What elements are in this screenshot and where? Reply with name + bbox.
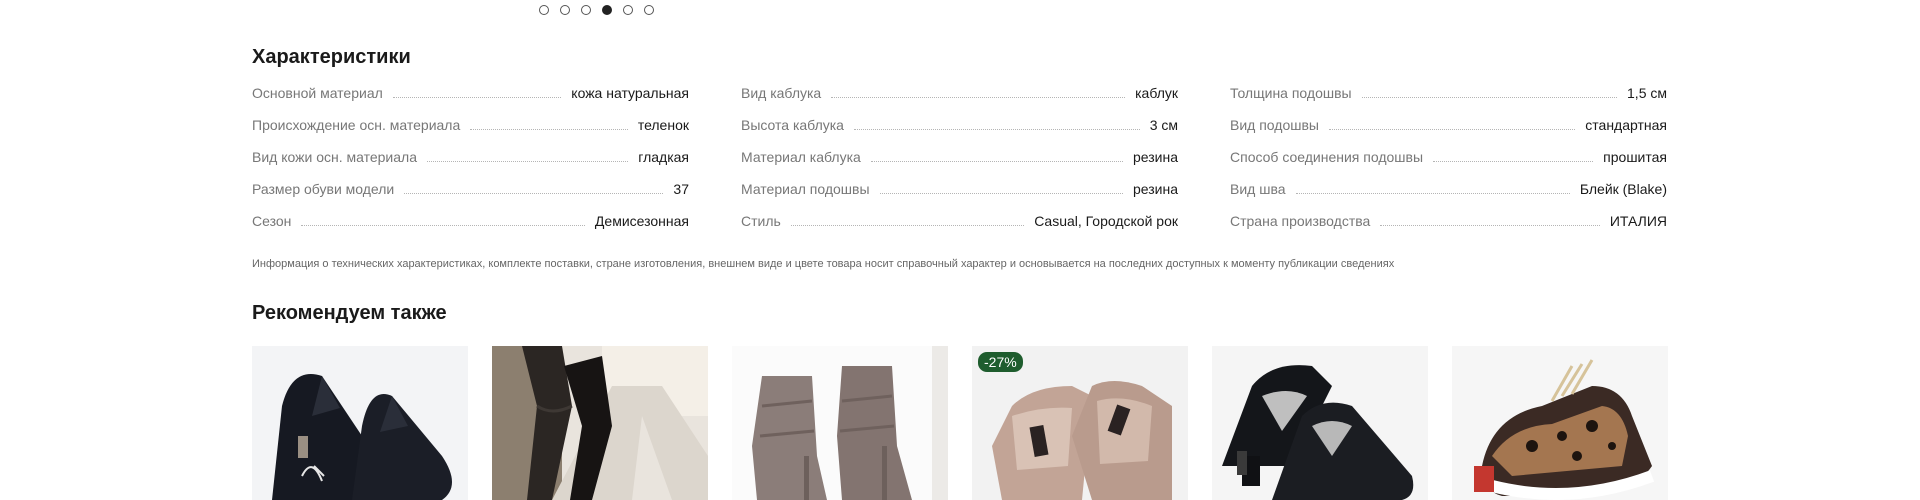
- spec-value: каблук: [1135, 85, 1178, 101]
- recommended-products: -27%: [252, 346, 1668, 500]
- dotted-leader: [404, 193, 664, 194]
- spec-value: 37: [673, 181, 689, 197]
- spec-row: Толщина подошвы 1,5 см: [1230, 84, 1667, 102]
- dotted-leader: [1361, 97, 1618, 98]
- spec-row: Основной материал кожа натуральная: [252, 84, 689, 102]
- dotted-leader: [1295, 193, 1570, 194]
- product-image-black-tall-boots: [492, 346, 708, 500]
- spec-row: Материал подошвы резина: [741, 166, 1178, 198]
- spec-row: Сезон Демисезонная: [252, 198, 689, 230]
- product-image-black-loafer-heels: [1212, 346, 1428, 500]
- spec-row: Вид каблука каблук: [741, 84, 1178, 102]
- spec-label: Размер обуви модели: [252, 181, 395, 197]
- spec-value: 1,5 см: [1627, 85, 1667, 101]
- spec-value: ИТАЛИЯ: [1609, 213, 1667, 229]
- spec-label: Вид подошвы: [1230, 117, 1319, 133]
- product-card-2[interactable]: [492, 346, 708, 500]
- carousel-dot-2[interactable]: [560, 5, 570, 15]
- carousel-dot-5[interactable]: [623, 5, 633, 15]
- spec-label: Стиль: [741, 213, 781, 229]
- dotted-leader: [879, 193, 1123, 194]
- dotted-leader: [1433, 161, 1594, 162]
- spec-value: резина: [1132, 181, 1178, 197]
- spec-label: Вид каблука: [741, 85, 822, 101]
- specs-column-2: Вид каблука каблук Высота каблука 3 см Мат…: [741, 84, 1178, 230]
- product-image-black-suede-shoe: [252, 346, 468, 500]
- spec-label: Основной материал: [252, 85, 383, 101]
- spec-value: гладкая: [638, 149, 689, 165]
- spec-label: Сезон: [252, 213, 292, 229]
- spec-row: Вид кожи осн. материала гладкая: [252, 134, 689, 166]
- dotted-leader: [1328, 129, 1576, 130]
- spec-row: Вид подошвы стандартная: [1230, 102, 1667, 134]
- dotted-leader: [470, 129, 628, 130]
- specs-table: Основной материал кожа натуральная Происх…: [252, 84, 1668, 230]
- dotted-leader: [870, 161, 1123, 162]
- carousel-dot-3[interactable]: [581, 5, 591, 15]
- spec-row: Материал каблука резина: [741, 134, 1178, 166]
- dotted-leader: [790, 225, 1025, 226]
- spec-value: Блейк (Blake): [1579, 181, 1667, 197]
- dotted-leader: [301, 225, 585, 226]
- specs-column-3: Толщина подошвы 1,5 см Вид подошвы стандар…: [1230, 84, 1667, 230]
- dotted-leader: [853, 129, 1140, 130]
- specs-disclaimer: Информация о технических характеристиках…: [252, 258, 1395, 270]
- spec-value: прошитая: [1603, 149, 1667, 165]
- specs-title: Характеристики: [252, 46, 411, 68]
- spec-label: Способ соединения подошвы: [1230, 149, 1424, 165]
- spec-row: Происхождение осн. материала теленок: [252, 102, 689, 134]
- spec-label: Вид шва: [1230, 181, 1286, 197]
- spec-row: Способ соединения подошвы прошитая: [1230, 134, 1667, 166]
- product-card-1[interactable]: [252, 346, 468, 500]
- product-card-6[interactable]: [1452, 346, 1668, 500]
- spec-label: Страна производства: [1230, 213, 1371, 229]
- spec-row: Стиль Casual, Городской рок: [741, 198, 1178, 230]
- spec-label: Высота каблука: [741, 117, 844, 133]
- product-card-4[interactable]: -27%: [972, 346, 1188, 500]
- spec-label: Происхождение осн. материала: [252, 117, 461, 133]
- spec-label: Толщина подошвы: [1230, 85, 1352, 101]
- spec-row: Страна производства ИТАЛИЯ: [1230, 198, 1667, 230]
- spec-value: теленок: [637, 117, 689, 133]
- page-content: Характеристики Основной материал кожа нат…: [252, 0, 1668, 500]
- spec-row: Высота каблука 3 см: [741, 102, 1178, 134]
- product-card-3[interactable]: [732, 346, 948, 500]
- carousel-dots: [539, 5, 654, 15]
- spec-value: Демисезонная: [594, 213, 689, 229]
- dotted-leader: [1380, 225, 1600, 226]
- spec-value: 3 см: [1149, 117, 1178, 133]
- spec-value: кожа натуральная: [571, 85, 689, 101]
- spec-label: Материал каблука: [741, 149, 861, 165]
- product-image-leopard-sneakers: [1452, 346, 1668, 500]
- product-card-5[interactable]: [1212, 346, 1428, 500]
- spec-label: Вид кожи осн. материала: [252, 149, 417, 165]
- spec-row: Вид шва Блейк (Blake): [1230, 166, 1667, 198]
- spec-label: Материал подошвы: [741, 181, 870, 197]
- dotted-leader: [427, 161, 629, 162]
- spec-row: Размер обуви модели 37: [252, 166, 689, 198]
- carousel-dot-4[interactable]: [602, 5, 612, 15]
- spec-value: стандартная: [1585, 117, 1667, 133]
- dotted-leader: [392, 97, 562, 98]
- specs-column-1: Основной материал кожа натуральная Происх…: [252, 84, 689, 230]
- spec-value: резина: [1132, 149, 1178, 165]
- carousel-dot-1[interactable]: [539, 5, 549, 15]
- spec-value: Casual, Городской рок: [1034, 213, 1178, 229]
- dotted-leader: [831, 97, 1126, 98]
- recommended-title: Рекомендуем также: [252, 302, 447, 324]
- product-image-taupe-ankle-boots: [732, 346, 948, 500]
- carousel-dot-6[interactable]: [644, 5, 654, 15]
- discount-badge: -27%: [978, 352, 1023, 372]
